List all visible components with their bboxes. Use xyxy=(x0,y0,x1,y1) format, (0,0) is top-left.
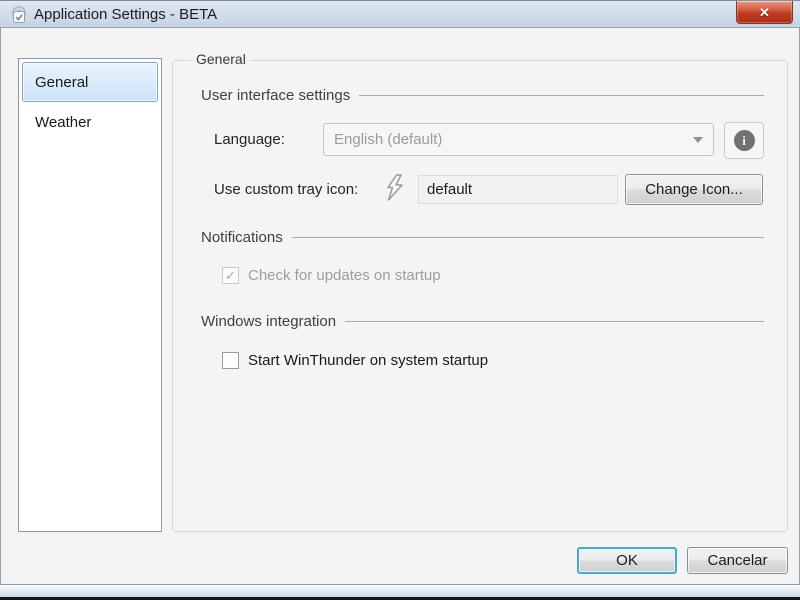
checkbox-label: Start WinThunder on system startup xyxy=(248,352,488,369)
language-select[interactable]: English (default) xyxy=(323,123,714,156)
close-icon: ✕ xyxy=(737,2,792,23)
section-divider xyxy=(292,237,764,238)
chevron-down-icon xyxy=(693,137,703,143)
general-groupbox: General User interface settings Language… xyxy=(172,60,788,532)
tray-icon-field[interactable] xyxy=(418,175,618,204)
change-icon-button[interactable]: Change Icon... xyxy=(625,174,763,205)
checkbox-label: Check for updates on startup xyxy=(248,267,441,284)
language-info-button[interactable]: i xyxy=(724,122,764,159)
section-header-notifications: Notifications xyxy=(201,229,764,246)
cancel-button[interactable]: Cancelar xyxy=(687,547,788,574)
section-divider xyxy=(345,321,764,322)
section-title: User interface settings xyxy=(201,87,350,104)
category-list: General Weather xyxy=(18,58,162,532)
ok-button[interactable]: OK xyxy=(577,547,677,574)
section-title: Notifications xyxy=(201,229,283,246)
titlebar[interactable]: Application Settings - BETA ✕ xyxy=(0,0,800,28)
close-button[interactable]: ✕ xyxy=(736,1,793,24)
checkbox-checked-icon: ✓ xyxy=(222,267,239,284)
section-header-user-interface: User interface settings xyxy=(201,87,764,104)
section-header-windows-integration: Windows integration xyxy=(201,313,764,330)
groupbox-title: General xyxy=(191,51,251,67)
checkbox-unchecked-icon xyxy=(222,352,239,369)
window-bottom-border xyxy=(0,584,800,597)
sidebar-item-weather[interactable]: Weather xyxy=(22,102,158,142)
check-updates-checkbox[interactable]: ✓ Check for updates on startup xyxy=(222,267,441,284)
section-divider xyxy=(359,95,764,96)
lightning-bolt-icon xyxy=(383,173,407,203)
section-title: Windows integration xyxy=(201,313,336,330)
tray-icon-label: Use custom tray icon: xyxy=(214,175,358,204)
sidebar-item-general[interactable]: General xyxy=(22,62,158,102)
start-on-startup-checkbox[interactable]: Start WinThunder on system startup xyxy=(222,352,488,369)
window-title: Application Settings - BETA xyxy=(34,1,217,28)
language-selected-value: English (default) xyxy=(334,131,693,148)
info-icon: i xyxy=(734,130,755,151)
app-icon xyxy=(9,5,29,25)
application-settings-window: Application Settings - BETA ✕ General We… xyxy=(0,0,800,600)
language-label: Language: xyxy=(214,123,285,156)
